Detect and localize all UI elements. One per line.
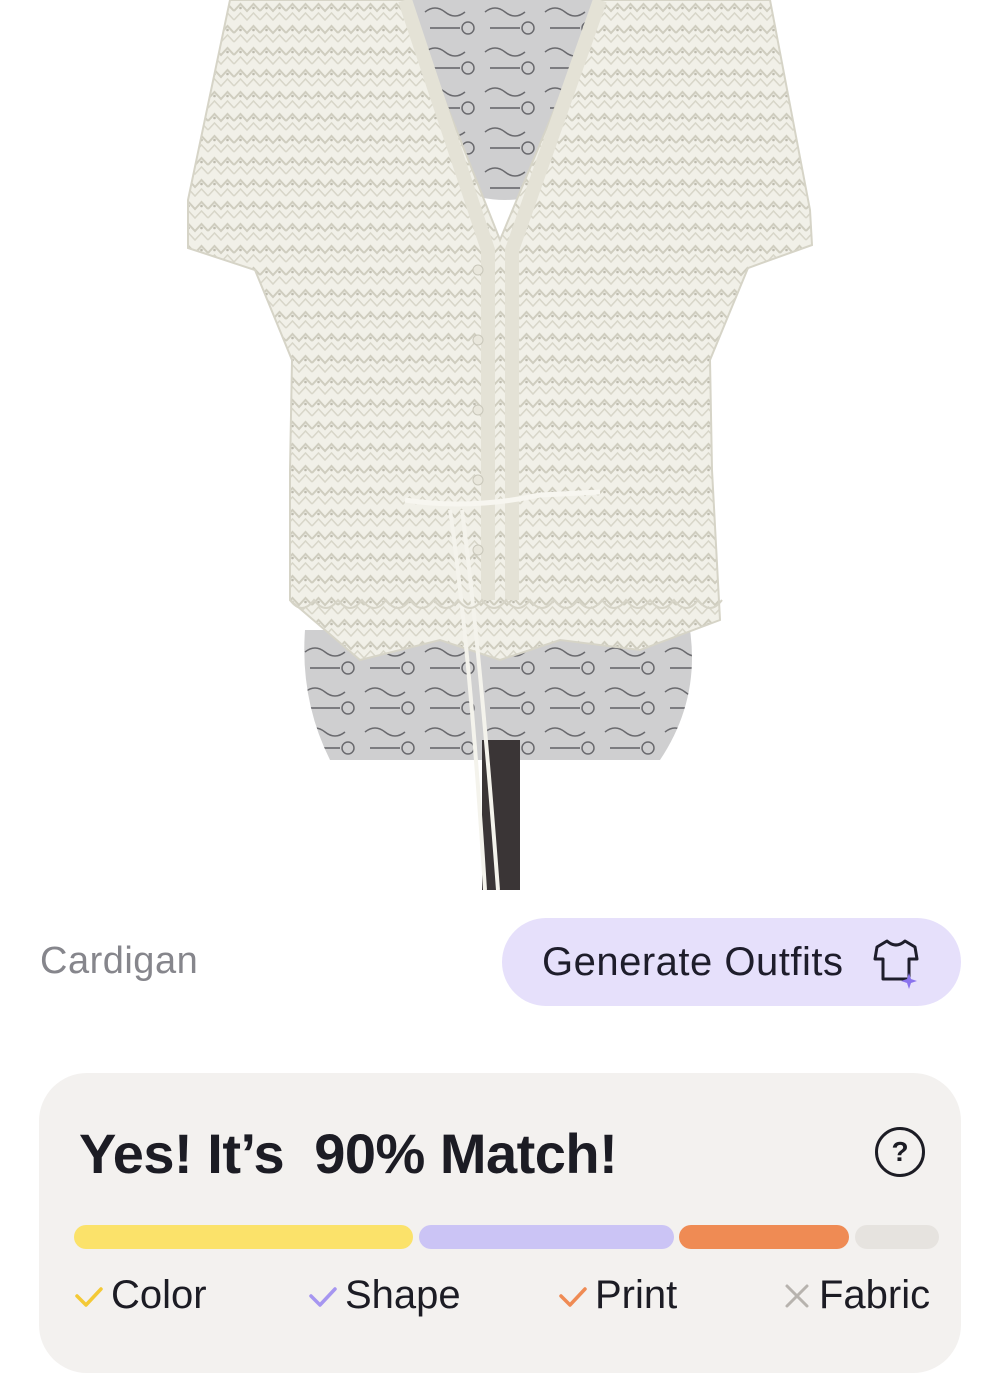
- match-bar-shape: [419, 1225, 674, 1249]
- match-title: Yes! It’s 90% Match!: [79, 1122, 618, 1185]
- attribute-label: Shape: [345, 1273, 461, 1317]
- match-bar-fabric: [855, 1225, 939, 1249]
- attribute-fabric: Fabric: [781, 1273, 930, 1318]
- attribute-label: Print: [595, 1273, 678, 1317]
- check-icon: [309, 1286, 337, 1307]
- attribute-print: Print: [557, 1273, 677, 1318]
- match-bar-color: [74, 1225, 413, 1249]
- check-icon: [559, 1286, 587, 1307]
- attribute-label: Fabric: [819, 1273, 931, 1317]
- match-bar-print: [679, 1225, 849, 1249]
- product-image: [0, 0, 1000, 890]
- help-label: ?: [891, 1136, 909, 1167]
- attribute-shape: Shape: [307, 1273, 461, 1318]
- tshirt-sparkle-icon: [873, 939, 919, 989]
- cross-icon: [785, 1284, 809, 1307]
- match-card: Yes! It’s 90% Match! ? Color Shape Print…: [39, 1073, 961, 1373]
- question-circle-icon[interactable]: ?: [875, 1127, 925, 1177]
- generate-outfits-button[interactable]: Generate Outfits: [502, 918, 961, 1006]
- cardigan-on-dress-form-illustration: [187, 0, 814, 890]
- check-icon: [75, 1286, 103, 1307]
- item-category: Cardigan: [40, 940, 199, 982]
- attribute-label: Color: [111, 1273, 207, 1317]
- attribute-color: Color: [73, 1273, 207, 1318]
- generate-outfits-label: Generate Outfits: [542, 939, 844, 984]
